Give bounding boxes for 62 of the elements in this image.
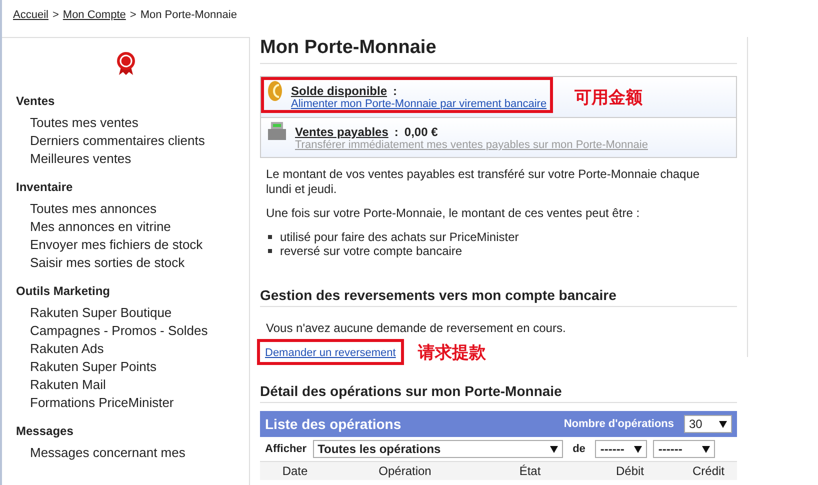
sidebar-link[interactable]: Saisir mes sorties de stock xyxy=(2,254,249,272)
dropdown-caret-icon xyxy=(719,420,727,428)
annotation-text: 请求提款 xyxy=(418,342,486,364)
sidebar-heading: Inventaire xyxy=(16,180,74,194)
count-label: Nombre d'opérations xyxy=(564,418,674,430)
column-header: État xyxy=(518,464,542,478)
breadcrumb-link[interactable]: Mon Compte xyxy=(62,9,126,37)
year-select[interactable]: ------ xyxy=(653,440,716,458)
wallet-label: Ventes payables xyxy=(295,125,388,139)
bullet-icon xyxy=(268,249,272,253)
sidebar-link[interactable]: Toutes mes ventes xyxy=(2,114,249,132)
panel-title: Liste des opérations xyxy=(265,416,402,432)
breadcrumb-separator: > xyxy=(52,9,59,23)
info-paragraph: Le montant de vos ventes payables est transféré sur votre Porte-Monnaie chaque lundi et jeudi. xyxy=(266,167,701,197)
dropdown-caret-icon xyxy=(634,446,642,452)
sidebar-link[interactable]: Campagnes - Promos - Soldes xyxy=(2,322,249,340)
column-header: Débit xyxy=(614,464,645,478)
breadcrumb-separator: > xyxy=(130,9,136,23)
sidebar-link[interactable]: Rakuten Mail xyxy=(2,376,249,394)
colon: : xyxy=(393,84,398,98)
sidebar-heading: Ventes xyxy=(16,94,56,108)
colon: : xyxy=(394,125,398,139)
column-header: Opération xyxy=(378,464,432,478)
sidebar-link[interactable]: Derniers commentaires clients xyxy=(2,132,249,150)
breadcrumb-current: Mon Porte-Monnaie xyxy=(140,9,237,23)
wallet-link[interactable]: Alimenter mon Porte-Monnaie par virement bancaire xyxy=(291,98,547,110)
sidebar-link[interactable]: Rakuten Super Points xyxy=(2,358,249,376)
bullet-icon xyxy=(268,235,272,239)
column-header: Date xyxy=(281,464,309,478)
list-item: utilisé pour faire des achats sur PriceMinister xyxy=(280,230,519,244)
section-heading: Détail des opérations sur mon Porte-Monnaie xyxy=(260,383,737,403)
annotation-text: 可用金额 xyxy=(574,87,643,109)
request-transfer-link[interactable]: Demander un reversement xyxy=(265,347,396,359)
month-select[interactable]: ------ xyxy=(595,440,648,458)
breadcrumb-link[interactable]: Accueil xyxy=(13,9,48,37)
sidebar-link[interactable]: Mes annonces en vitrine xyxy=(2,218,249,236)
sidebar-heading: Messages xyxy=(16,424,74,438)
cash-register-icon xyxy=(267,121,287,141)
sidebar-link[interactable]: Rakuten Ads xyxy=(2,340,249,358)
count-select[interactable]: 30 xyxy=(684,415,732,433)
sidebar-link[interactable]: Meilleures ventes xyxy=(2,150,249,168)
sidebar-heading: Outils Marketing xyxy=(16,284,112,298)
section-heading: Gestion des reversements vers mon compte bancaire xyxy=(260,287,737,307)
from-label: de xyxy=(572,443,586,455)
sidebar-link[interactable]: Messages concernant mes xyxy=(2,444,249,462)
operation-type-select[interactable]: Toutes les opérations xyxy=(312,440,563,458)
wallet-amount: 0,00 € xyxy=(404,125,438,139)
badge-icon xyxy=(116,52,136,76)
dropdown-caret-icon xyxy=(702,446,710,452)
status-message: Vous n'avez aucune demande de reversement en cours. xyxy=(266,321,567,336)
info-paragraph: Une fois sur votre Porte-Monnaie, le montant de ces ventes peut être : xyxy=(266,206,641,221)
sidebar-link[interactable]: Formations PriceMinister xyxy=(2,394,249,412)
wallet-label: Solde disponible xyxy=(291,84,388,98)
list-item: reversé sur votre compte bancaire xyxy=(280,244,462,258)
column-header: Crédit xyxy=(691,464,726,478)
page-title: Mon Porte-Monnaie xyxy=(260,37,737,64)
sidebar-link[interactable]: Envoyer mes fichiers de stock xyxy=(2,236,249,254)
euro-coin-icon xyxy=(267,80,283,102)
sidebar-link[interactable]: Toutes mes annonces xyxy=(2,200,249,218)
sidebar-link[interactable]: Rakuten Super Boutique xyxy=(2,304,249,322)
dropdown-caret-icon xyxy=(550,446,558,452)
filter-label: Afficher xyxy=(265,443,307,455)
